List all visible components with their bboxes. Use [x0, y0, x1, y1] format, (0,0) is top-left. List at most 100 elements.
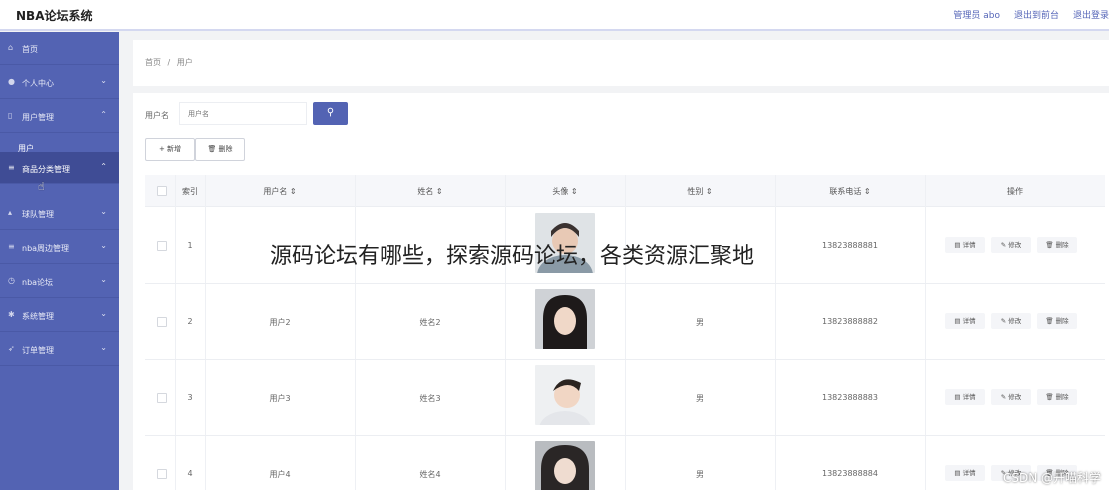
- row-checkbox[interactable]: [157, 317, 167, 327]
- edit-button[interactable]: ✎ 修改: [991, 389, 1031, 405]
- clock-icon: ◷: [8, 276, 15, 285]
- trash-icon: 🗑: [1045, 393, 1056, 401]
- sidebar-item-system[interactable]: ✱ 系统管理 ⌄: [0, 299, 119, 332]
- row-checkbox[interactable]: [157, 469, 167, 479]
- detail-button[interactable]: ▤ 详情: [945, 389, 985, 405]
- batch-delete-button[interactable]: 🗑 删除: [195, 138, 245, 161]
- edit-label: 修改: [1008, 317, 1022, 325]
- sidebar-item-nba-forum[interactable]: ◷ nba论坛 ⌄: [0, 265, 119, 298]
- cell-gender: 男: [696, 318, 704, 327]
- col-gender[interactable]: 性别 ⇕: [625, 186, 775, 197]
- row-checkbox[interactable]: [157, 241, 167, 251]
- list-icon: ≡: [8, 163, 15, 172]
- detail-icon: ▤: [954, 393, 963, 401]
- cell-username: 用户4: [269, 470, 291, 479]
- chevron-down-icon: ⌄: [100, 76, 107, 85]
- breadcrumb-current: 用户: [176, 58, 193, 67]
- search-button[interactable]: ⚲: [313, 102, 348, 125]
- detail-button[interactable]: ▤ 详情: [945, 237, 985, 253]
- table-row: 4 用户4 姓名4 男 13823888884 ▤ 详情 ✎ 修改 🗑 删除: [145, 436, 1105, 490]
- detail-button[interactable]: ▤ 详情: [945, 313, 985, 329]
- breadcrumb-separator: /: [167, 58, 171, 67]
- sidebar-item-nba-merch[interactable]: ≡ nba周边管理 ⌄: [0, 231, 119, 264]
- avatar: [535, 365, 595, 425]
- breadcrumb-bar: 首页 / 用户: [133, 40, 1109, 86]
- sidebar-item-label: 球队管理: [22, 210, 54, 219]
- sidebar-item-home[interactable]: ⌂ 首页: [0, 32, 119, 65]
- cell-phone: 13823888882: [822, 317, 878, 326]
- delete-label: 删除: [1055, 393, 1069, 401]
- search-input[interactable]: [179, 102, 307, 125]
- add-button[interactable]: + 新增: [145, 138, 195, 161]
- sidebar-item-label: 订单管理: [22, 346, 54, 355]
- chevron-down-icon: ⌄: [100, 241, 107, 250]
- sidebar-item-teams[interactable]: ▴ 球队管理 ⌄: [0, 197, 119, 230]
- sidebar-item-personal[interactable]: ● 个人中心 ⌄: [0, 66, 119, 99]
- chevron-down-icon: ⌄: [100, 309, 107, 318]
- detail-icon: ▤: [954, 317, 963, 325]
- cell-gender: 男: [696, 394, 704, 403]
- detail-icon: ▤: [954, 469, 963, 477]
- sidebar-item-label: 用户管理: [22, 113, 54, 122]
- col-phone[interactable]: 联系电话 ⇕: [775, 186, 925, 197]
- delete-label: 删除: [1055, 241, 1069, 249]
- col-actions: 操作: [1007, 187, 1023, 196]
- main-panel: 用户名 ⚲ + 新增 🗑 删除 索引 用户名 ⇕ 姓名 ⇕ 头像 ⇕ 性别 ⇕ …: [133, 93, 1109, 490]
- cell-gender: 男: [696, 470, 704, 479]
- detail-label: 详情: [962, 317, 976, 325]
- delete-button[interactable]: 🗑 删除: [1037, 389, 1077, 405]
- cell-index: 4: [187, 469, 193, 478]
- col-avatar[interactable]: 头像 ⇕: [505, 186, 625, 197]
- breadcrumb: 首页 / 用户: [145, 57, 193, 68]
- trash-icon: 🗑: [1045, 241, 1056, 249]
- chevron-up-icon: ⌃: [100, 162, 107, 171]
- cell-index: 2: [187, 317, 193, 326]
- edit-button[interactable]: ✎ 修改: [991, 313, 1031, 329]
- gear-icon: ✱: [8, 310, 15, 319]
- edit-label: 修改: [1008, 393, 1022, 401]
- user-icon: ●: [8, 77, 15, 86]
- detail-label: 详情: [962, 393, 976, 401]
- search-label: 用户名: [145, 111, 169, 120]
- edit-label: 修改: [1008, 241, 1022, 249]
- cell-name: 姓名3: [419, 394, 441, 403]
- home-icon: ⌂: [8, 43, 14, 52]
- sidebar-item-label: nba论坛: [22, 278, 54, 287]
- app-title: NBA论坛系统: [16, 9, 93, 23]
- delete-button[interactable]: 🗑 删除: [1037, 313, 1077, 329]
- col-username[interactable]: 用户名 ⇕: [205, 186, 355, 197]
- row-checkbox[interactable]: [157, 393, 167, 403]
- select-all-checkbox[interactable]: [157, 186, 167, 196]
- back-to-front-link[interactable]: 退出到前台: [1014, 8, 1059, 21]
- cell-index: 1: [187, 241, 193, 250]
- avatar: [535, 289, 595, 349]
- delete-label: 删除: [1055, 317, 1069, 325]
- cell-name: 姓名4: [419, 470, 441, 479]
- delete-button[interactable]: 🗑 删除: [1037, 237, 1077, 253]
- sidebar-item-category[interactable]: ≡ 商品分类管理 ⌃: [0, 152, 119, 184]
- sidebar-item-users[interactable]: ▯ 用户管理 ⌃: [0, 100, 119, 133]
- sidebar-item-label: 系统管理: [22, 312, 54, 321]
- trash-icon: 🗑: [1045, 317, 1056, 325]
- col-name[interactable]: 姓名 ⇕: [355, 186, 505, 197]
- cell-name: 姓名2: [419, 318, 441, 327]
- admin-user-link[interactable]: 管理员 abo: [953, 8, 1000, 21]
- avatar: [535, 441, 595, 490]
- edit-button[interactable]: ✎ 修改: [991, 237, 1031, 253]
- sidebar: ⌂ 首页 ● 个人中心 ⌄ ▯ 用户管理 ⌃ 用户 ≡ 商品分类管理 ⌃ ▴ 球…: [0, 32, 119, 490]
- logout-link[interactable]: 退出登录: [1073, 8, 1109, 21]
- detail-button[interactable]: ▤ 详情: [945, 465, 985, 481]
- overlay-caption: 源码论坛有哪些，探索源码论坛，各类资源汇聚地: [270, 244, 755, 269]
- detail-label: 详情: [962, 241, 976, 249]
- sidebar-item-label: nba周边管理: [22, 244, 70, 253]
- sidebar-item-label: 个人中心: [22, 79, 54, 88]
- cell-phone: 13823888884: [822, 469, 878, 478]
- cell-phone: 13823888881: [822, 241, 878, 250]
- table-row: 3 用户3 姓名3 男 13823888883 ▤ 详情 ✎ 修改 🗑 删除: [145, 360, 1105, 436]
- breadcrumb-home[interactable]: 首页: [145, 58, 161, 67]
- chart-icon: ▴: [8, 208, 13, 217]
- sidebar-item-orders[interactable]: ➶ 订单管理 ⌄: [0, 333, 119, 366]
- cell-phone: 13823888883: [822, 393, 878, 402]
- chevron-down-icon: ⌄: [100, 207, 107, 216]
- header-links: 管理员 abo 退出到前台 退出登录: [953, 8, 1109, 21]
